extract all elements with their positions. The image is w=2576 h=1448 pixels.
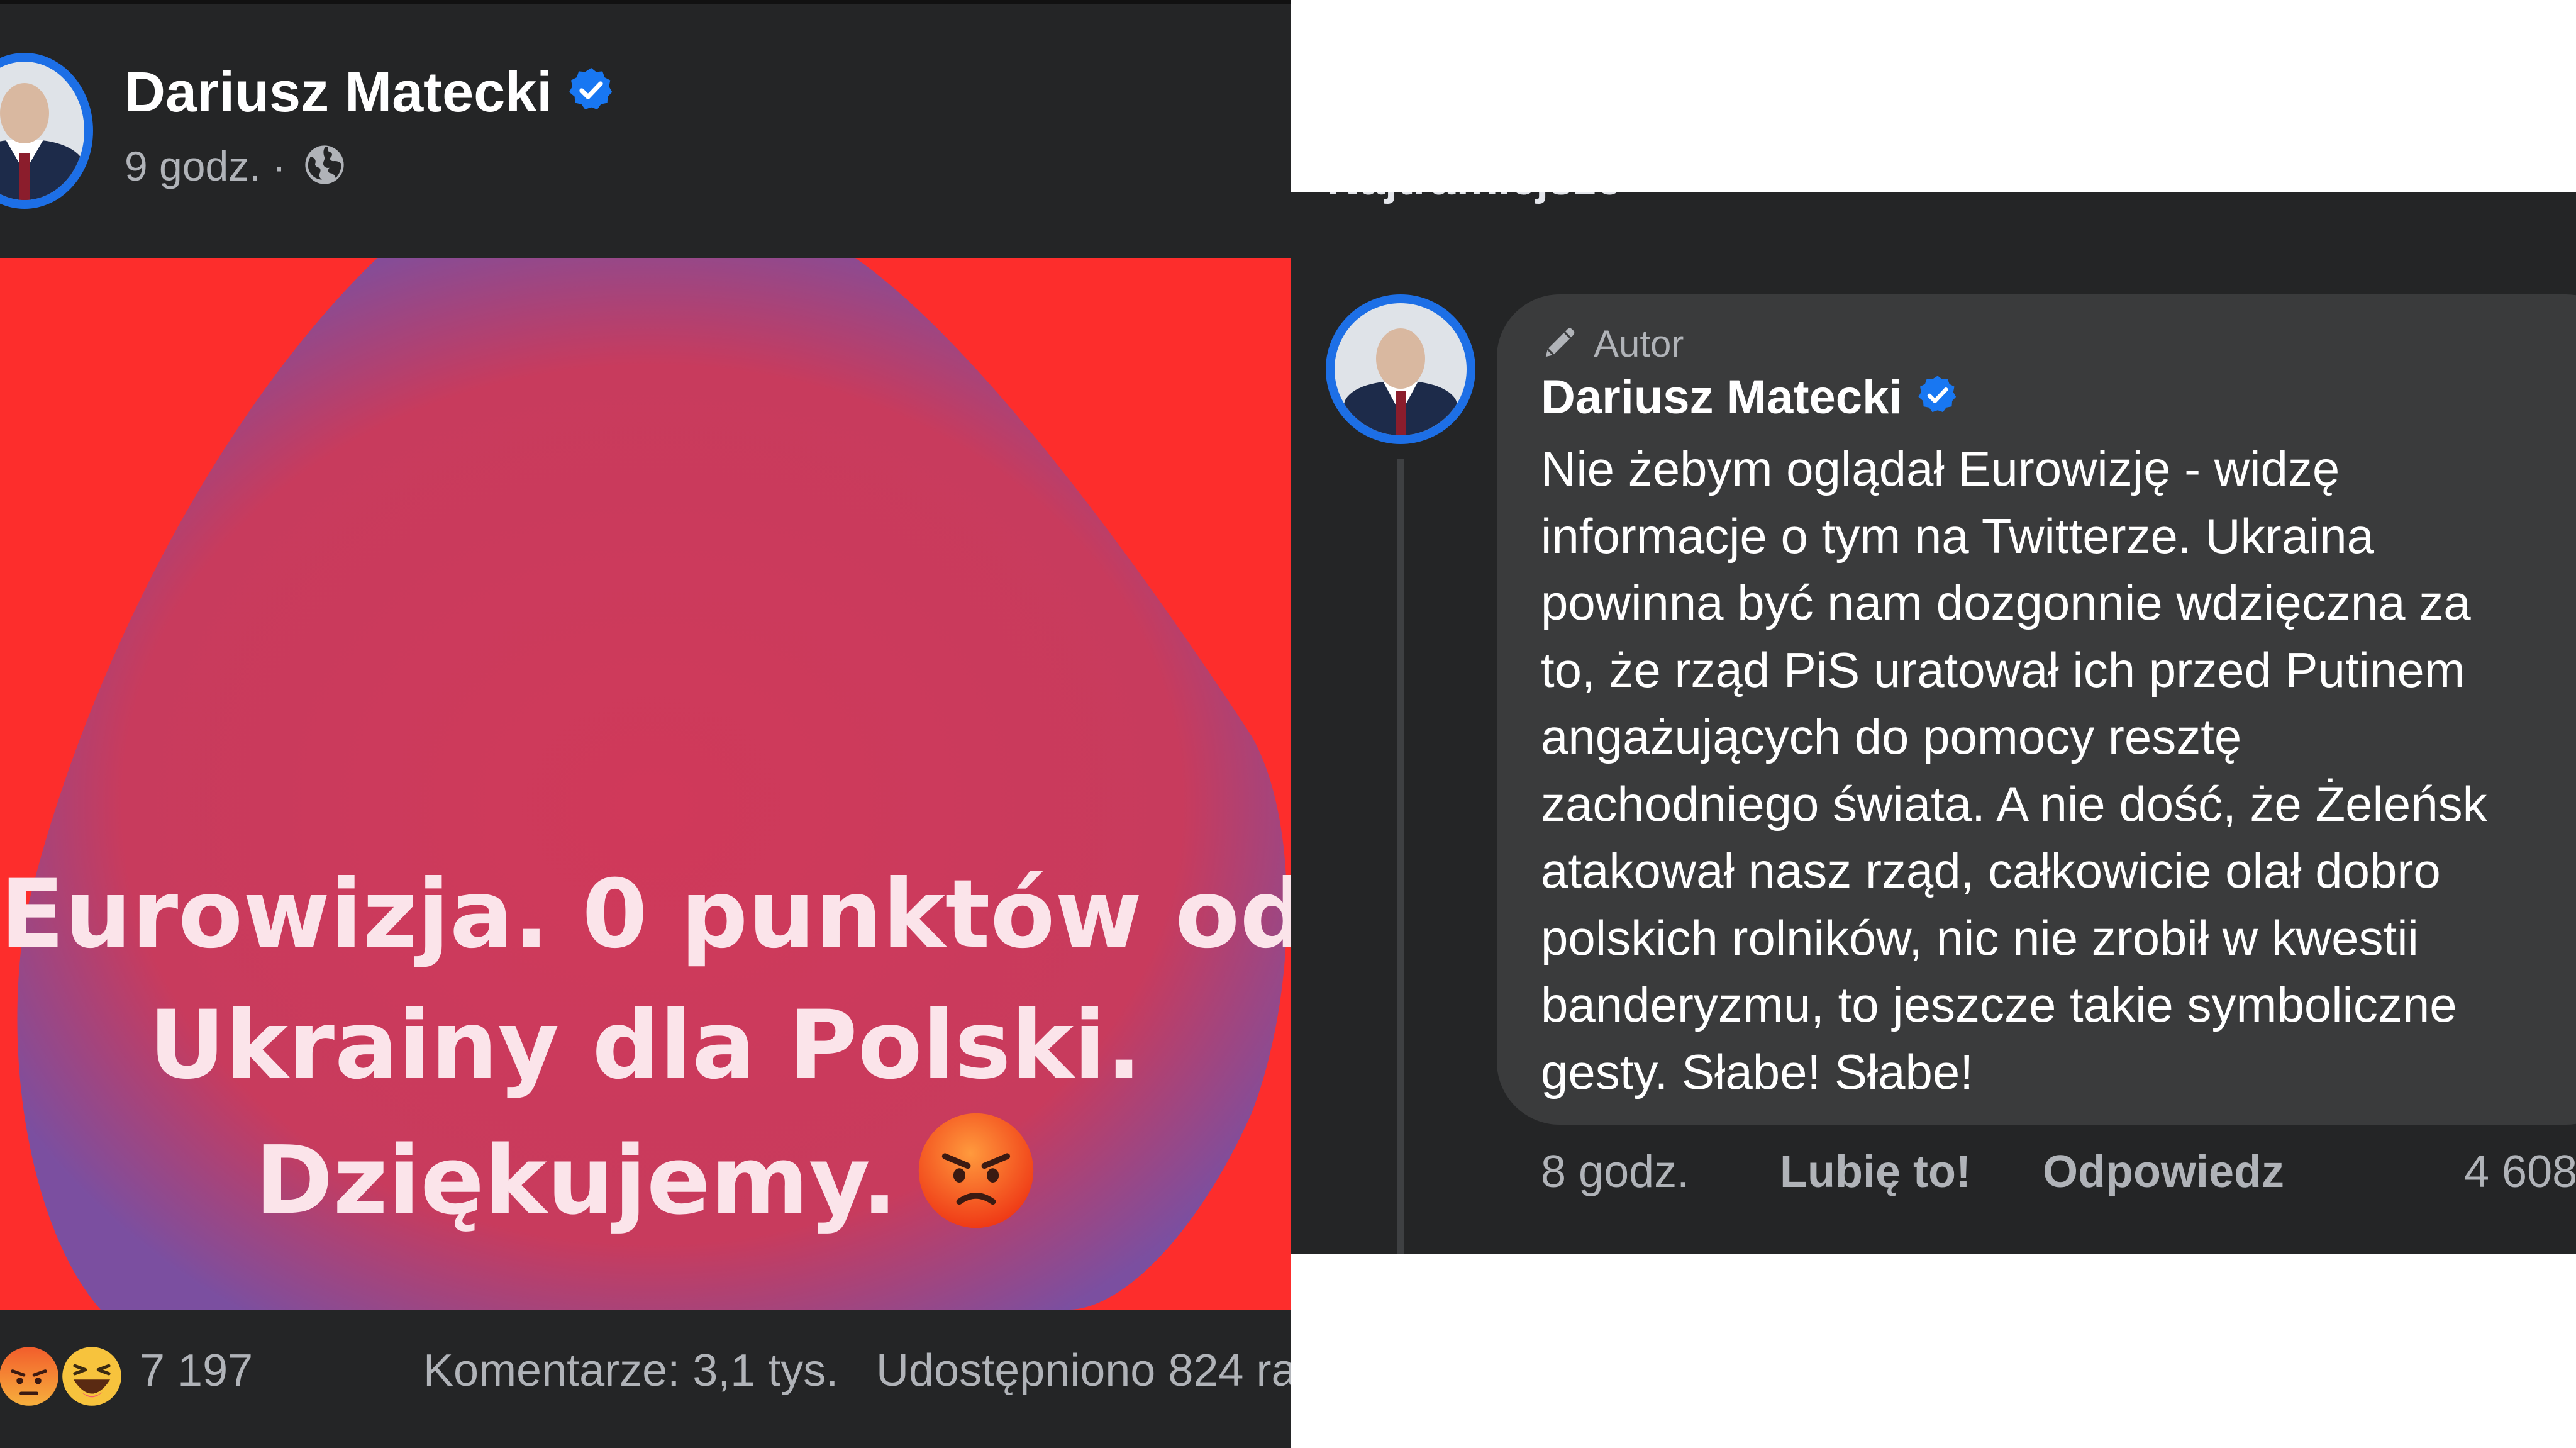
comment-panel: Najtrafniejsze Autor Dariusz Matecki Nie… <box>1291 192 2576 1254</box>
comment-text-line: gesty. Słabe! Słabe! <box>1541 1044 1974 1100</box>
comment-text-line: zachodniego świata. A nie dość, że Żeleń… <box>1541 776 2487 832</box>
avatar-face <box>0 83 49 143</box>
status-strip <box>0 0 1291 4</box>
image-text-word: Dziękujemy. <box>255 1126 897 1236</box>
comments-count-link[interactable]: Komentarze: 3,1 tys. <box>423 1345 838 1396</box>
like-button[interactable]: Lubię to! <box>1780 1146 1971 1198</box>
pencil-icon <box>1541 323 1580 370</box>
verified-badge-icon <box>566 64 616 129</box>
author-tag: Autor <box>1541 322 1684 370</box>
post-meta: 9 godz. · <box>125 142 347 196</box>
shares-count-link[interactable]: Udostępniono 824 ra <box>876 1345 1291 1396</box>
comment-sort-dropdown[interactable]: Najtrafniejsze <box>1327 192 1621 205</box>
post-author-name[interactable]: Dariusz Matecki <box>125 60 616 129</box>
thread-line <box>1397 459 1404 1254</box>
comment-text-line: Nie żebym oglądał Eurowizję - widzę <box>1541 441 2340 496</box>
comment-text-line: banderyzmu, to jeszcze takie symboliczne <box>1541 977 2457 1032</box>
angry-reaction-icon[interactable] <box>0 1344 62 1412</box>
comment-text-line: informacje o tym na Twitterze. Ukraina <box>1541 508 2375 564</box>
comment-text-line: powinna być nam dozgonnie wdzięczna za <box>1541 575 2471 630</box>
comment-author-label[interactable]: Dariusz Matecki <box>1541 370 1902 424</box>
reaction-count[interactable]: 7 197 <box>140 1345 253 1396</box>
haha-reaction-icon[interactable] <box>59 1344 125 1412</box>
post-panel: Dariusz Matecki 9 godz. · Eurowizja. 0 p… <box>0 0 1291 1448</box>
author-tag-label: Autor <box>1594 323 1684 365</box>
avatar-tie <box>19 153 30 200</box>
post-header <box>0 0 1291 258</box>
comment-time[interactable]: 8 godz. <box>1541 1146 1689 1198</box>
reply-button[interactable]: Odpowiedz <box>2043 1146 2284 1198</box>
post-image[interactable]: Eurowizja. 0 punktów od Ukrainy dla Pols… <box>0 258 1291 1310</box>
meta-separator: · <box>272 143 286 189</box>
comment-author-avatar[interactable] <box>1326 294 1475 444</box>
comment-text-line: polskich rolników, nic nie zrobił w kwes… <box>1541 910 2419 966</box>
avatar-tie <box>1396 391 1406 435</box>
globe-icon[interactable] <box>303 143 347 196</box>
comment-text: Nie żebym oglądał Eurowizję - widzę info… <box>1541 435 2576 1105</box>
angry-face-emoji-icon <box>916 1111 1036 1264</box>
avatar-face <box>1376 328 1425 389</box>
verified-badge-icon <box>1916 373 1960 428</box>
post-author-label[interactable]: Dariusz Matecki <box>125 61 552 124</box>
comment-text-line: atakował nasz rząd, całkowicie olał dobr… <box>1541 843 2441 898</box>
comment-text-line: to, że rząd PiS uratował ich przed Putin… <box>1541 642 2465 698</box>
post-time[interactable]: 9 godz. <box>125 143 261 189</box>
image-text-line: Ukrainy dla Polski. <box>148 991 1142 1100</box>
post-image-text: Eurowizja. 0 punktów od Ukrainy dla Pols… <box>0 849 1291 1264</box>
image-text-line-last: Dziękujemy. <box>0 1111 1291 1264</box>
comment-text-line: angażujących do pomocy resztę <box>1541 709 2242 764</box>
image-text-line: Eurowizja. 0 punktów od <box>0 860 1291 969</box>
comment-author-name[interactable]: Dariusz Matecki <box>1541 370 1960 428</box>
comment-reaction-count[interactable]: 4 608 <box>2464 1146 2576 1198</box>
